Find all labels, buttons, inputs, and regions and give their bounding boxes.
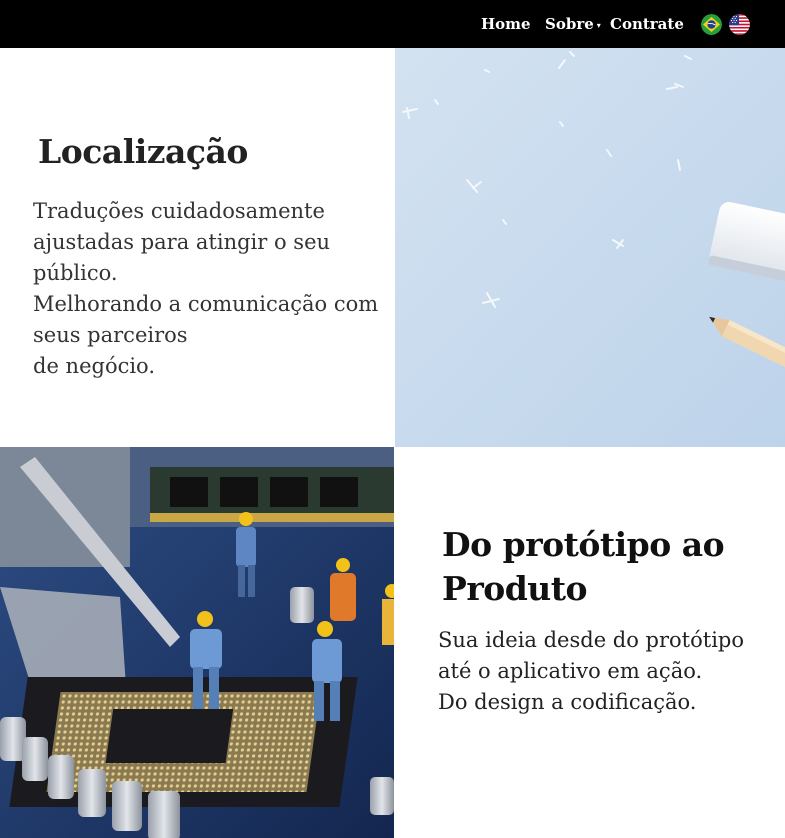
text-line: de negócio.	[33, 354, 156, 378]
usa-flag-icon[interactable]	[729, 14, 750, 35]
nav-home-link[interactable]: Home	[481, 14, 531, 34]
prototipo-description: Sua ideia desde do protótipo até o aplic…	[438, 625, 744, 718]
text-line: Melhorando a comunicação com	[33, 292, 379, 316]
pencil-eraser-photo	[395, 48, 785, 448]
title-line: Produto	[442, 569, 588, 608]
prototipo-title: Do protótipo ao Produto	[442, 523, 725, 611]
top-navbar: Home Sobre ▾ Contrate	[0, 0, 785, 48]
text-line: ajustadas para atingir o seu	[33, 230, 331, 254]
nav-sobre-dropdown[interactable]: Sobre ▾	[545, 14, 601, 35]
localizacao-section: Localização Traduções cuidadosamente aju…	[0, 48, 395, 448]
text-line: Traduções cuidadosamente	[33, 199, 325, 223]
brazil-flag-icon[interactable]	[701, 14, 722, 35]
localizacao-description: Traduções cuidadosamente ajustadas para …	[33, 196, 378, 382]
localizacao-title: Localização	[38, 132, 248, 171]
motherboard-workers-photo	[0, 447, 394, 838]
nav-sobre-label: Sobre	[545, 15, 594, 33]
text-line: Sua ideia desde do protótipo	[438, 628, 745, 652]
text-line: seus parceiros	[33, 323, 188, 347]
title-line: Do protótipo ao	[442, 525, 725, 564]
nav-contrate-link[interactable]: Contrate	[610, 14, 684, 34]
text-line: público.	[33, 261, 118, 285]
text-line: Do design a codificação.	[438, 690, 697, 714]
text-line: até o aplicativo em ação.	[438, 659, 703, 683]
prototipo-section: Do protótipo ao Produto Sua ideia desde …	[394, 447, 785, 838]
chevron-down-icon: ▾	[596, 20, 601, 30]
